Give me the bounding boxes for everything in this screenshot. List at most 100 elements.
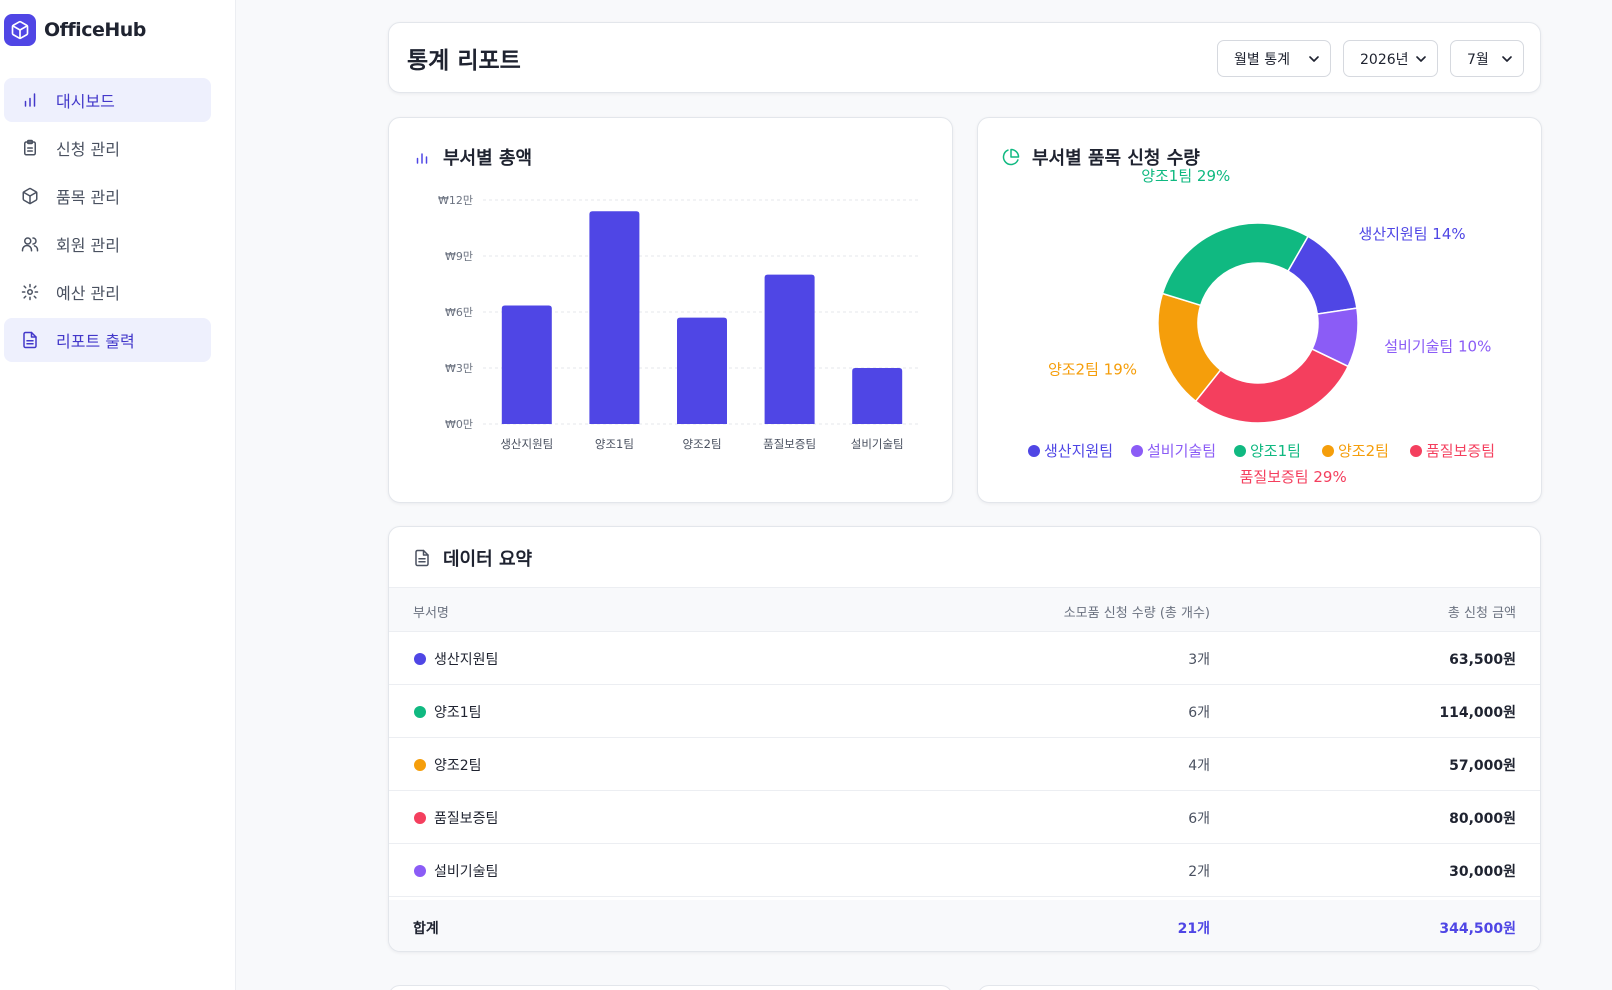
department-quantity-card: 부서별 품목 신청 수량 생산지원팀 14% 설비기술팀 10% 품질보증팀 29%… bbox=[977, 117, 1542, 503]
app-logo[interactable]: OfficeHub bbox=[4, 14, 146, 46]
dept-name: 품질보증팀 bbox=[434, 811, 499, 827]
sidebar-item-items[interactable]: 품목 관리 bbox=[4, 174, 211, 218]
table-header: 부서명 소모품 신청 수량 (총 개수) 총 신청 금액 bbox=[389, 587, 1540, 632]
legend-label: 양조1팀 bbox=[1250, 442, 1301, 460]
color-dot bbox=[414, 759, 426, 771]
sidebar: OfficeHub 대시보드 신청 관리 품목 관리 회원 관리 예산 관리 리… bbox=[0, 0, 236, 990]
sidebar-item-label: 신청 관리 bbox=[56, 140, 120, 159]
y-tick-label: ₩12만 bbox=[438, 194, 473, 207]
period-select[interactable]: 월별 통계 bbox=[1217, 40, 1331, 77]
dept-amount: 80,000원 bbox=[1449, 811, 1516, 827]
x-tick-label: 양조1팀 bbox=[595, 437, 634, 451]
legend-swatch bbox=[1234, 445, 1246, 457]
y-tick-label: ₩6만 bbox=[445, 306, 473, 319]
legend-label: 품질보증팀 bbox=[1426, 442, 1495, 460]
card-title: 데이터 요약 bbox=[413, 545, 532, 571]
legend-swatch bbox=[1131, 445, 1143, 457]
dept-amount: 114,000원 bbox=[1439, 705, 1516, 721]
bar bbox=[677, 317, 727, 424]
donut-slice bbox=[1161, 222, 1310, 307]
sidebar-item-members[interactable]: 회원 관리 bbox=[4, 222, 211, 266]
legend-swatch bbox=[1410, 445, 1422, 457]
y-tick-label: ₩9만 bbox=[445, 250, 473, 263]
dept-amount: 57,000원 bbox=[1449, 758, 1516, 774]
month-select[interactable]: 7월 bbox=[1450, 40, 1524, 77]
dept-qty: 4개 bbox=[1188, 758, 1210, 774]
legend-label: 설비기술팀 bbox=[1147, 442, 1216, 460]
dept-amount: 63,500원 bbox=[1449, 652, 1516, 668]
table-row: 생산지원팀 3개 63,500원 bbox=[389, 632, 1540, 685]
slice-label: 품질보증팀 29% bbox=[1240, 468, 1347, 486]
column-header-qty: 소모품 신청 수량 (총 개수) bbox=[1063, 606, 1210, 621]
app-name: OfficeHub bbox=[44, 19, 146, 41]
donut-slice bbox=[1194, 348, 1350, 424]
file-text-icon bbox=[20, 330, 40, 350]
chevron-down-icon bbox=[1502, 56, 1512, 62]
sidebar-item-reports[interactable]: 리포트 출력 bbox=[4, 318, 211, 362]
table-row: 품질보증팀 6개 80,000원 bbox=[389, 791, 1540, 844]
sidebar-item-requests[interactable]: 신청 관리 bbox=[4, 126, 211, 170]
color-dot bbox=[414, 653, 426, 665]
year-select-value: 2026년 bbox=[1360, 51, 1409, 68]
y-tick-label: ₩0만 bbox=[445, 418, 473, 431]
bar bbox=[589, 211, 640, 424]
y-tick-label: ₩3만 bbox=[445, 362, 473, 375]
sidebar-nav: 대시보드 신청 관리 품목 관리 회원 관리 예산 관리 리포트 출력 bbox=[4, 78, 211, 366]
bar bbox=[852, 368, 903, 424]
color-dot bbox=[414, 706, 426, 718]
slice-label: 양조1팀 29% bbox=[1141, 167, 1230, 185]
column-header-amount: 총 신청 금액 bbox=[1447, 606, 1516, 621]
next-card-right bbox=[977, 985, 1542, 990]
table-row: 설비기술팀 2개 30,000원 bbox=[389, 844, 1540, 897]
legend-label: 양조2팀 bbox=[1338, 442, 1389, 460]
chevron-down-icon bbox=[1416, 56, 1426, 62]
dept-name: 양조2팀 bbox=[434, 758, 482, 774]
table-total-row: 합계 21개 344,500원 bbox=[389, 900, 1540, 951]
next-card-left bbox=[388, 985, 953, 990]
month-select-value: 7월 bbox=[1467, 51, 1489, 68]
x-tick-label: 설비기술팀 bbox=[851, 437, 904, 451]
x-tick-label: 양조2팀 bbox=[682, 437, 721, 451]
legend-swatch bbox=[1322, 445, 1334, 457]
dept-amount: 30,000원 bbox=[1449, 864, 1516, 880]
sidebar-item-label: 품목 관리 bbox=[56, 188, 120, 207]
dept-name: 설비기술팀 bbox=[434, 864, 499, 880]
file-text-icon bbox=[413, 548, 433, 568]
bar-chart-icon bbox=[20, 90, 40, 110]
package-icon bbox=[20, 186, 40, 206]
donut-chart: 생산지원팀 14% 설비기술팀 10% 품질보증팀 29% 양조2팀 19% 양조1팀 … bbox=[1028, 167, 1495, 486]
color-dot bbox=[414, 865, 426, 877]
report-header: 통계 리포트 월별 통계 2026년 7월 bbox=[388, 22, 1541, 93]
x-tick-label: 생산지원팀 bbox=[500, 437, 553, 451]
year-select[interactable]: 2026년 bbox=[1343, 40, 1438, 77]
bar bbox=[764, 274, 815, 424]
total-amount: 344,500원 bbox=[1439, 921, 1516, 937]
chevron-down-icon bbox=[1309, 56, 1319, 62]
period-select-value: 월별 통계 bbox=[1234, 51, 1290, 68]
slice-label: 생산지원팀 14% bbox=[1359, 225, 1466, 243]
department-total-card: 부서별 총액 ₩0만 ₩3만 ₩6만 ₩9만 ₩12만 생산지원팀 양조1팀 양조2팀 품질보증… bbox=[388, 117, 953, 503]
dept-qty: 6개 bbox=[1188, 705, 1210, 721]
dept-qty: 3개 bbox=[1188, 652, 1210, 668]
sidebar-item-label: 회원 관리 bbox=[56, 236, 120, 255]
sidebar-item-budget[interactable]: 예산 관리 bbox=[4, 270, 211, 314]
users-icon bbox=[20, 234, 40, 254]
gear-icon bbox=[20, 282, 40, 302]
sidebar-item-dashboard[interactable]: 대시보드 bbox=[4, 78, 211, 122]
dept-name: 생산지원팀 bbox=[434, 652, 499, 668]
sidebar-item-label: 예산 관리 bbox=[56, 284, 120, 303]
dept-name: 양조1팀 bbox=[434, 705, 482, 721]
sidebar-item-label: 대시보드 bbox=[56, 92, 115, 111]
bar-chart: ₩0만 ₩3만 ₩6만 ₩9만 ₩12만생산지원팀 양조1팀 양조2팀 품질보증팀 설비기술팀 bbox=[438, 194, 921, 451]
sidebar-item-label: 리포트 출력 bbox=[56, 332, 135, 351]
page-title: 통계 리포트 bbox=[407, 48, 521, 74]
x-tick-label: 품질보증팀 bbox=[763, 437, 816, 451]
bar bbox=[501, 305, 552, 424]
summary-title: 데이터 요약 bbox=[443, 549, 533, 570]
color-dot bbox=[414, 812, 426, 824]
data-summary-card: 데이터 요약 부서명 소모품 신청 수량 (총 개수) 총 신청 금액 생산지원… bbox=[388, 526, 1541, 952]
slice-label: 양조2팀 19% bbox=[1048, 361, 1137, 379]
legend-label: 생산지원팀 bbox=[1044, 442, 1113, 460]
column-header-dept: 부서명 bbox=[413, 606, 449, 621]
clipboard-icon bbox=[20, 138, 40, 158]
